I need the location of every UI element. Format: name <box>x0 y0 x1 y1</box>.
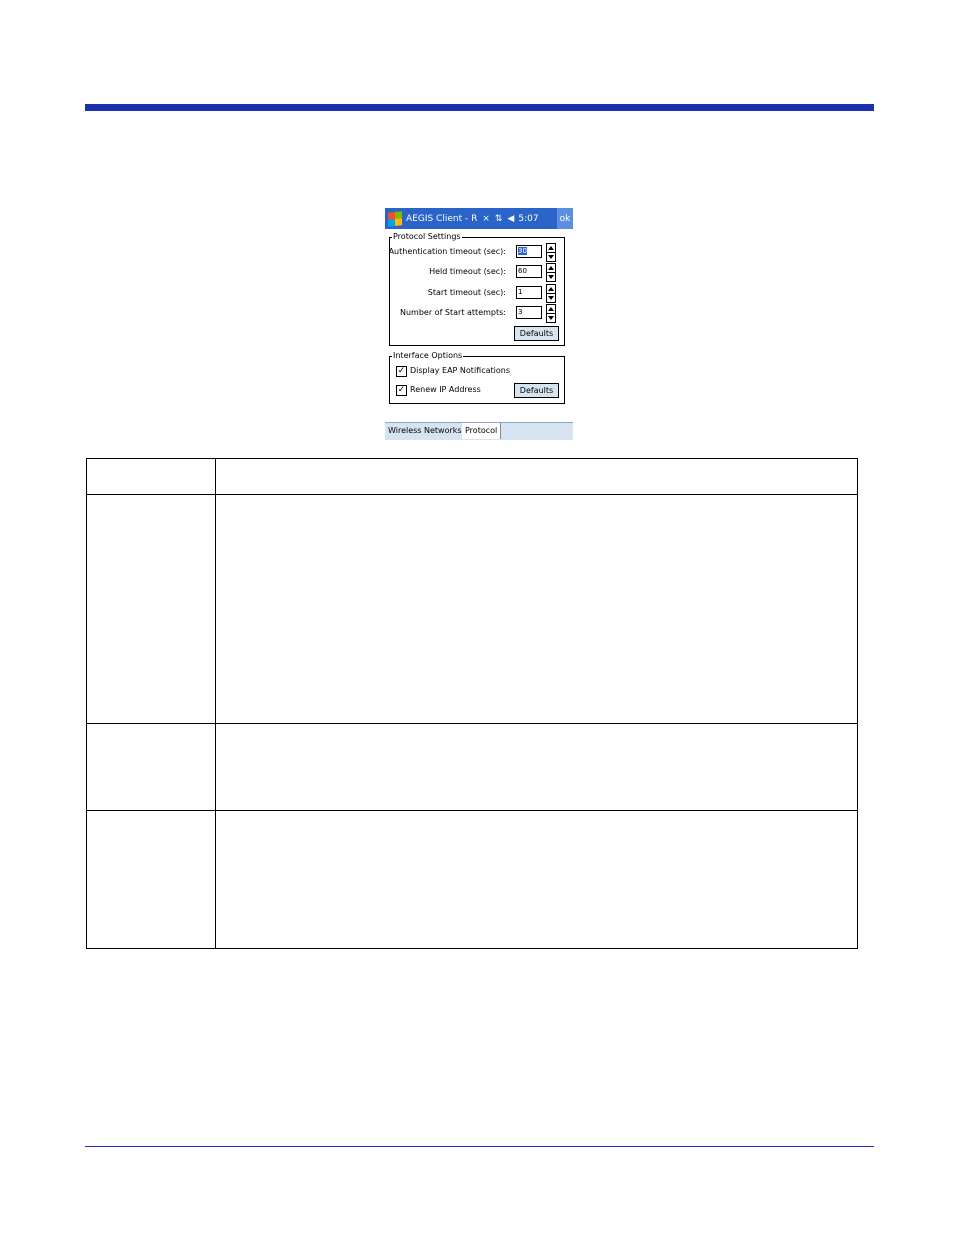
renew-ip-label: Renew IP Address <box>410 385 481 394</box>
auth-timeout-input[interactable]: 30 <box>516 245 542 258</box>
renew-ip-checkbox[interactable]: ✓ <box>396 385 407 396</box>
header-rule <box>85 104 874 111</box>
auth-timeout-label: Authentication timeout (sec): <box>388 247 506 256</box>
table-row-divider <box>87 723 857 724</box>
protocol-defaults-button[interactable]: Defaults <box>514 326 559 341</box>
start-timeout-input[interactable]: 1 <box>516 286 542 299</box>
auth-timeout-spinner[interactable] <box>546 243 556 262</box>
protocol-settings-group: Protocol Settings Authentication timeout… <box>388 232 565 346</box>
held-timeout-input[interactable]: 60 <box>516 265 542 278</box>
table-row-divider <box>87 810 857 811</box>
held-timeout-label: Held timeout (sec): <box>429 267 506 276</box>
protocol-settings-legend: Protocol Settings <box>392 232 462 242</box>
footer-rule <box>85 1146 874 1147</box>
windows-start-icon[interactable] <box>388 210 402 227</box>
connectivity-icon[interactable]: ⨯ <box>482 214 490 224</box>
description-table <box>86 458 858 949</box>
table-row-divider <box>87 494 857 495</box>
volume-icon[interactable]: ◀ <box>507 214 514 224</box>
ok-button[interactable]: ok <box>557 208 573 229</box>
app-title: AEGIS Client - R <box>406 213 478 224</box>
interface-defaults-button[interactable]: Defaults <box>514 383 559 398</box>
start-timeout-label: Start timeout (sec): <box>427 288 506 297</box>
display-eap-label: Display EAP Notifications <box>410 366 510 375</box>
start-attempts-input[interactable]: 3 <box>516 306 542 319</box>
device-screenshot: AEGIS Client - R ⨯ ⇅ ◀ 5:07 ok Protocol … <box>385 208 573 440</box>
start-attempts-spinner[interactable] <box>546 304 556 323</box>
start-attempts-label: Number of Start attempts: <box>400 308 506 317</box>
start-timeout-spinner[interactable] <box>546 284 556 303</box>
tab-protocol[interactable]: Protocol <box>462 423 502 439</box>
interface-options-legend: Interface Options <box>392 351 464 361</box>
tab-wireless-networks[interactable]: Wireless Networks <box>385 423 466 439</box>
signal-icon[interactable]: ⇅ <box>495 214 503 224</box>
interface-options-group: Interface Options ✓ Display EAP Notifica… <box>389 351 565 404</box>
clock[interactable]: 5:07 <box>518 214 538 224</box>
table-column-divider <box>215 459 216 948</box>
tab-bar: Wireless Networks Protocol <box>385 422 573 440</box>
title-bar: AEGIS Client - R ⨯ ⇅ ◀ 5:07 ok <box>385 208 573 229</box>
display-eap-checkbox[interactable]: ✓ <box>396 366 407 377</box>
held-timeout-spinner[interactable] <box>546 263 556 282</box>
